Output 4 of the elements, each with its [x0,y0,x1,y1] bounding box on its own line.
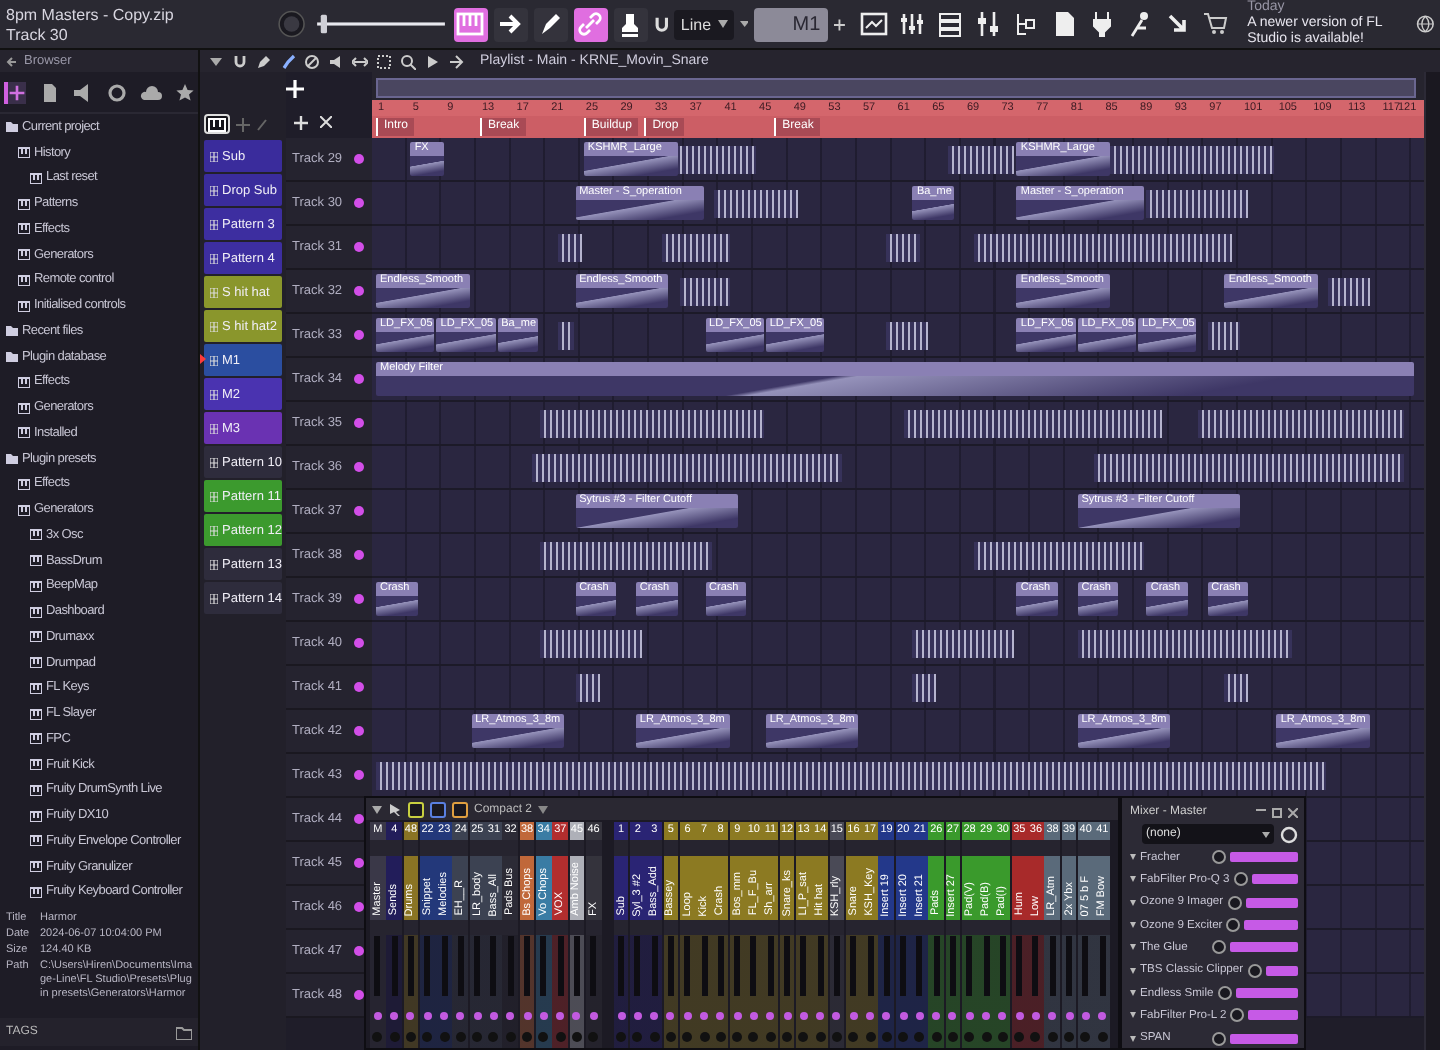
project-title: 8pm Masters - Copy.zip [6,5,176,23]
pattern-selector[interactable]: M1 [754,7,829,41]
track-name: Track 30 [6,25,70,43]
snap-dropdown[interactable]: Line [674,9,734,39]
